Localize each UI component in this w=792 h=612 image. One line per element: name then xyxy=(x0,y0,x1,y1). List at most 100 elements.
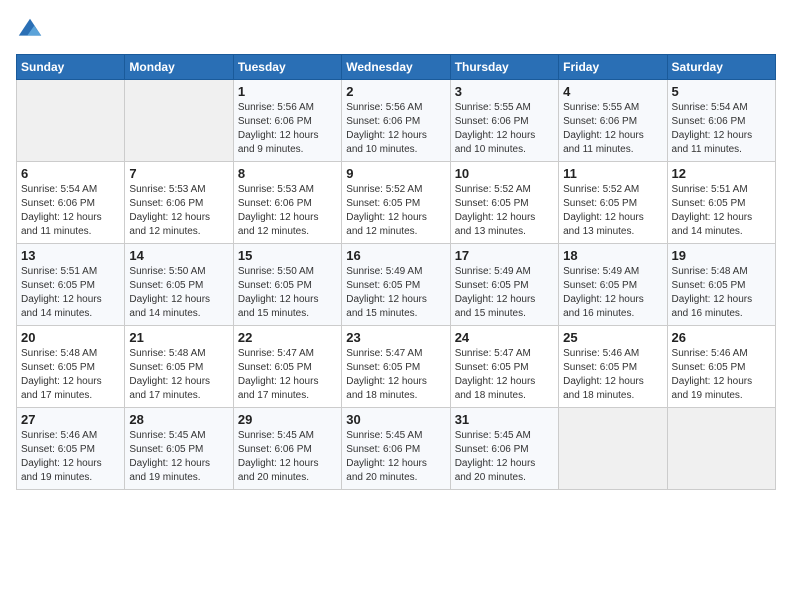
calendar-cell: 21 Sunrise: 5:48 AM Sunset: 6:05 PM Dayli… xyxy=(125,326,233,408)
day-number: 21 xyxy=(129,330,228,345)
day-detail: Sunrise: 5:53 AM Sunset: 6:06 PM Dayligh… xyxy=(129,183,228,239)
calendar-cell: 19 Sunrise: 5:48 AM Sunset: 6:05 PM Dayli… xyxy=(667,244,775,326)
day-detail: Sunrise: 5:49 AM Sunset: 6:05 PM Dayligh… xyxy=(455,265,554,321)
day-number: 31 xyxy=(455,412,554,427)
day-detail: Sunrise: 5:49 AM Sunset: 6:05 PM Dayligh… xyxy=(346,265,445,321)
calendar-cell: 23 Sunrise: 5:47 AM Sunset: 6:05 PM Dayli… xyxy=(342,326,450,408)
day-number: 5 xyxy=(672,84,771,99)
logo-icon xyxy=(16,16,44,44)
day-detail: Sunrise: 5:45 AM Sunset: 6:05 PM Dayligh… xyxy=(129,429,228,485)
calendar-cell: 6 Sunrise: 5:54 AM Sunset: 6:06 PM Daylig… xyxy=(17,162,125,244)
calendar-cell: 26 Sunrise: 5:46 AM Sunset: 6:05 PM Dayli… xyxy=(667,326,775,408)
calendar-week-1: 1 Sunrise: 5:56 AM Sunset: 6:06 PM Daylig… xyxy=(17,80,776,162)
calendar-week-4: 20 Sunrise: 5:48 AM Sunset: 6:05 PM Dayli… xyxy=(17,326,776,408)
day-number: 23 xyxy=(346,330,445,345)
day-detail: Sunrise: 5:53 AM Sunset: 6:06 PM Dayligh… xyxy=(238,183,337,239)
day-number: 8 xyxy=(238,166,337,181)
day-detail: Sunrise: 5:46 AM Sunset: 6:05 PM Dayligh… xyxy=(563,347,662,403)
day-detail: Sunrise: 5:46 AM Sunset: 6:05 PM Dayligh… xyxy=(672,347,771,403)
day-detail: Sunrise: 5:48 AM Sunset: 6:05 PM Dayligh… xyxy=(21,347,120,403)
day-detail: Sunrise: 5:47 AM Sunset: 6:05 PM Dayligh… xyxy=(455,347,554,403)
calendar-cell: 9 Sunrise: 5:52 AM Sunset: 6:05 PM Daylig… xyxy=(342,162,450,244)
logo xyxy=(16,16,48,44)
calendar-table: SundayMondayTuesdayWednesdayThursdayFrid… xyxy=(16,54,776,490)
calendar-cell: 1Sunrise: 5:56 AM Sunset: 6:06 PM Daylig… xyxy=(233,80,341,162)
day-number: 16 xyxy=(346,248,445,263)
col-header-tuesday: Tuesday xyxy=(233,55,341,80)
day-detail: Sunrise: 5:55 AM Sunset: 6:06 PM Dayligh… xyxy=(563,101,662,157)
day-number: 25 xyxy=(563,330,662,345)
calendar-cell: 2 Sunrise: 5:56 AM Sunset: 6:06 PM Daylig… xyxy=(342,80,450,162)
day-detail: Sunrise: 5:45 AM Sunset: 6:06 PM Dayligh… xyxy=(346,429,445,485)
col-header-friday: Friday xyxy=(559,55,667,80)
day-number: 1 xyxy=(238,84,337,99)
day-detail: Sunrise: 5:47 AM Sunset: 6:05 PM Dayligh… xyxy=(238,347,337,403)
calendar-week-5: 27Sunrise: 5:46 AM Sunset: 6:05 PM Dayli… xyxy=(17,408,776,490)
day-number: 28 xyxy=(129,412,228,427)
day-number: 26 xyxy=(672,330,771,345)
day-detail: Sunrise: 5:48 AM Sunset: 6:05 PM Dayligh… xyxy=(129,347,228,403)
calendar-cell: 10 Sunrise: 5:52 AM Sunset: 6:05 PM Dayli… xyxy=(450,162,558,244)
calendar-cell: 8 Sunrise: 5:53 AM Sunset: 6:06 PM Daylig… xyxy=(233,162,341,244)
calendar-cell xyxy=(125,80,233,162)
day-detail: Sunrise: 5:45 AM Sunset: 6:06 PM Dayligh… xyxy=(238,429,337,485)
calendar-cell: 16 Sunrise: 5:49 AM Sunset: 6:05 PM Dayli… xyxy=(342,244,450,326)
day-number: 10 xyxy=(455,166,554,181)
day-number: 14 xyxy=(129,248,228,263)
col-header-thursday: Thursday xyxy=(450,55,558,80)
day-number: 17 xyxy=(455,248,554,263)
day-detail: Sunrise: 5:52 AM Sunset: 6:05 PM Dayligh… xyxy=(346,183,445,239)
day-detail: Sunrise: 5:52 AM Sunset: 6:05 PM Dayligh… xyxy=(455,183,554,239)
day-detail: Sunrise: 5:48 AM Sunset: 6:05 PM Dayligh… xyxy=(672,265,771,321)
calendar-cell: 5Sunrise: 5:54 AM Sunset: 6:06 PM Daylig… xyxy=(667,80,775,162)
calendar-cell: 20 Sunrise: 5:48 AM Sunset: 6:05 PM Dayli… xyxy=(17,326,125,408)
calendar-cell: 11Sunrise: 5:52 AM Sunset: 6:05 PM Dayli… xyxy=(559,162,667,244)
day-detail: Sunrise: 5:52 AM Sunset: 6:05 PM Dayligh… xyxy=(563,183,662,239)
calendar-cell: 17 Sunrise: 5:49 AM Sunset: 6:05 PM Dayli… xyxy=(450,244,558,326)
day-number: 20 xyxy=(21,330,120,345)
calendar-cell: 27Sunrise: 5:46 AM Sunset: 6:05 PM Dayli… xyxy=(17,408,125,490)
day-detail: Sunrise: 5:51 AM Sunset: 6:05 PM Dayligh… xyxy=(672,183,771,239)
day-number: 7 xyxy=(129,166,228,181)
calendar-cell: 4 Sunrise: 5:55 AM Sunset: 6:06 PM Daylig… xyxy=(559,80,667,162)
calendar-cell: 7 Sunrise: 5:53 AM Sunset: 6:06 PM Daylig… xyxy=(125,162,233,244)
day-number: 4 xyxy=(563,84,662,99)
calendar-cell xyxy=(17,80,125,162)
day-number: 9 xyxy=(346,166,445,181)
calendar-cell: 25 Sunrise: 5:46 AM Sunset: 6:05 PM Dayli… xyxy=(559,326,667,408)
day-number: 19 xyxy=(672,248,771,263)
calendar-cell: 3 Sunrise: 5:55 AM Sunset: 6:06 PM Daylig… xyxy=(450,80,558,162)
calendar-cell xyxy=(559,408,667,490)
calendar-cell: 30Sunrise: 5:45 AM Sunset: 6:06 PM Dayli… xyxy=(342,408,450,490)
day-detail: Sunrise: 5:54 AM Sunset: 6:06 PM Dayligh… xyxy=(21,183,120,239)
calendar-cell: 15 Sunrise: 5:50 AM Sunset: 6:05 PM Dayli… xyxy=(233,244,341,326)
col-header-wednesday: Wednesday xyxy=(342,55,450,80)
day-number: 3 xyxy=(455,84,554,99)
calendar-cell: 24 Sunrise: 5:47 AM Sunset: 6:05 PM Dayli… xyxy=(450,326,558,408)
calendar-week-2: 6 Sunrise: 5:54 AM Sunset: 6:06 PM Daylig… xyxy=(17,162,776,244)
calendar-cell: 31 Sunrise: 5:45 AM Sunset: 6:06 PM Dayli… xyxy=(450,408,558,490)
day-number: 22 xyxy=(238,330,337,345)
calendar-cell: 12 Sunrise: 5:51 AM Sunset: 6:05 PM Dayli… xyxy=(667,162,775,244)
calendar-cell xyxy=(667,408,775,490)
day-detail: Sunrise: 5:45 AM Sunset: 6:06 PM Dayligh… xyxy=(455,429,554,485)
day-detail: Sunrise: 5:47 AM Sunset: 6:05 PM Dayligh… xyxy=(346,347,445,403)
day-number: 24 xyxy=(455,330,554,345)
day-detail: Sunrise: 5:50 AM Sunset: 6:05 PM Dayligh… xyxy=(238,265,337,321)
calendar-cell: 14 Sunrise: 5:50 AM Sunset: 6:05 PM Dayli… xyxy=(125,244,233,326)
day-number: 15 xyxy=(238,248,337,263)
day-number: 12 xyxy=(672,166,771,181)
day-number: 2 xyxy=(346,84,445,99)
day-detail: Sunrise: 5:55 AM Sunset: 6:06 PM Dayligh… xyxy=(455,101,554,157)
col-header-sunday: Sunday xyxy=(17,55,125,80)
calendar-cell: 28 Sunrise: 5:45 AM Sunset: 6:05 PM Dayli… xyxy=(125,408,233,490)
day-number: 6 xyxy=(21,166,120,181)
calendar-week-3: 13Sunrise: 5:51 AM Sunset: 6:05 PM Dayli… xyxy=(17,244,776,326)
col-header-saturday: Saturday xyxy=(667,55,775,80)
day-detail: Sunrise: 5:50 AM Sunset: 6:05 PM Dayligh… xyxy=(129,265,228,321)
day-detail: Sunrise: 5:56 AM Sunset: 6:06 PM Dayligh… xyxy=(346,101,445,157)
day-detail: Sunrise: 5:51 AM Sunset: 6:05 PM Dayligh… xyxy=(21,265,120,321)
calendar-cell: 13Sunrise: 5:51 AM Sunset: 6:05 PM Dayli… xyxy=(17,244,125,326)
calendar-header-row: SundayMondayTuesdayWednesdayThursdayFrid… xyxy=(17,55,776,80)
day-detail: Sunrise: 5:49 AM Sunset: 6:05 PM Dayligh… xyxy=(563,265,662,321)
